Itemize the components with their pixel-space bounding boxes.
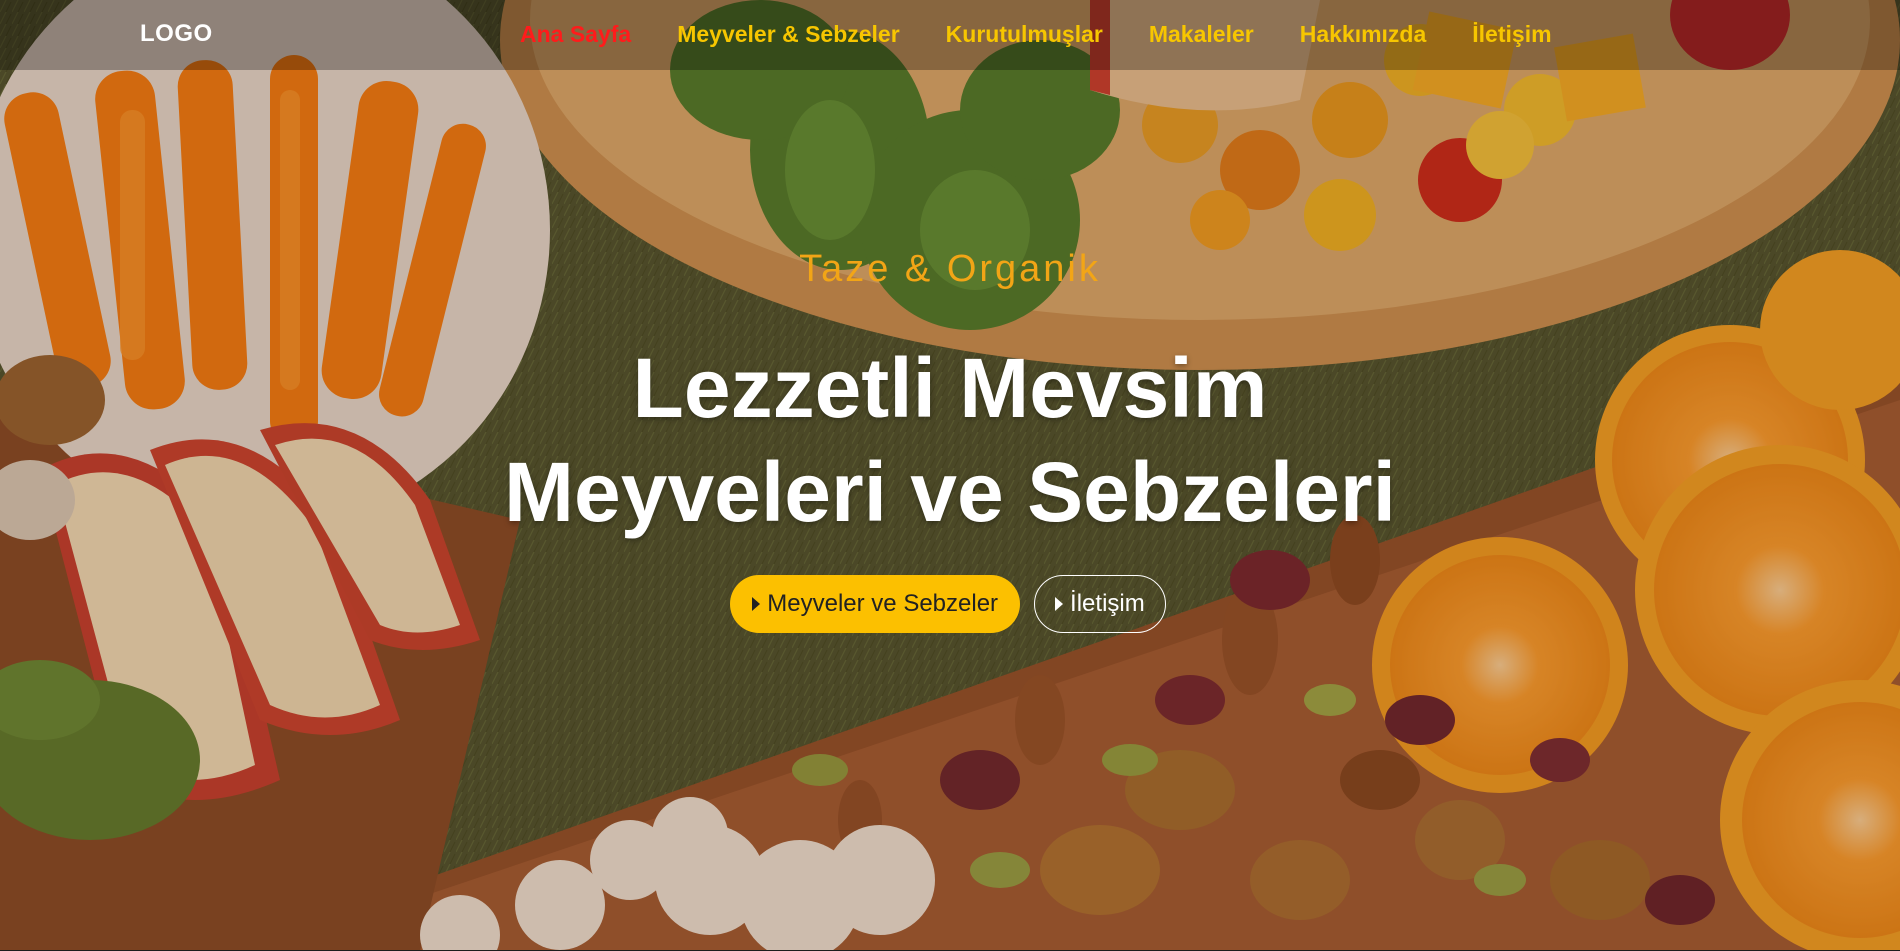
hero-title-line-1: Lezzetli Mevsim: [632, 341, 1268, 435]
hero-section: Taze & Organik Lezzetli Mevsim Meyveleri…: [0, 0, 1900, 951]
caret-right-icon: [1055, 597, 1064, 611]
hero-title-line-2: Meyveleri ve Sebzeleri: [504, 445, 1396, 539]
contact-button[interactable]: İletişim: [1034, 575, 1166, 633]
contact-button-label: İletişim: [1070, 590, 1145, 617]
hero-title: Lezzetli Mevsim Meyveleri ve Sebzeleri: [0, 336, 1900, 544]
caret-right-icon: [752, 597, 761, 611]
fruits-vegetables-button[interactable]: Meyveler ve Sebzeler: [730, 575, 1021, 633]
fruits-vegetables-button-label: Meyveler ve Sebzeler: [767, 590, 999, 617]
hero-buttons: Meyveler ve Sebzeler İletişim: [0, 575, 1900, 633]
hero-subtitle: Taze & Organik: [799, 248, 1101, 290]
